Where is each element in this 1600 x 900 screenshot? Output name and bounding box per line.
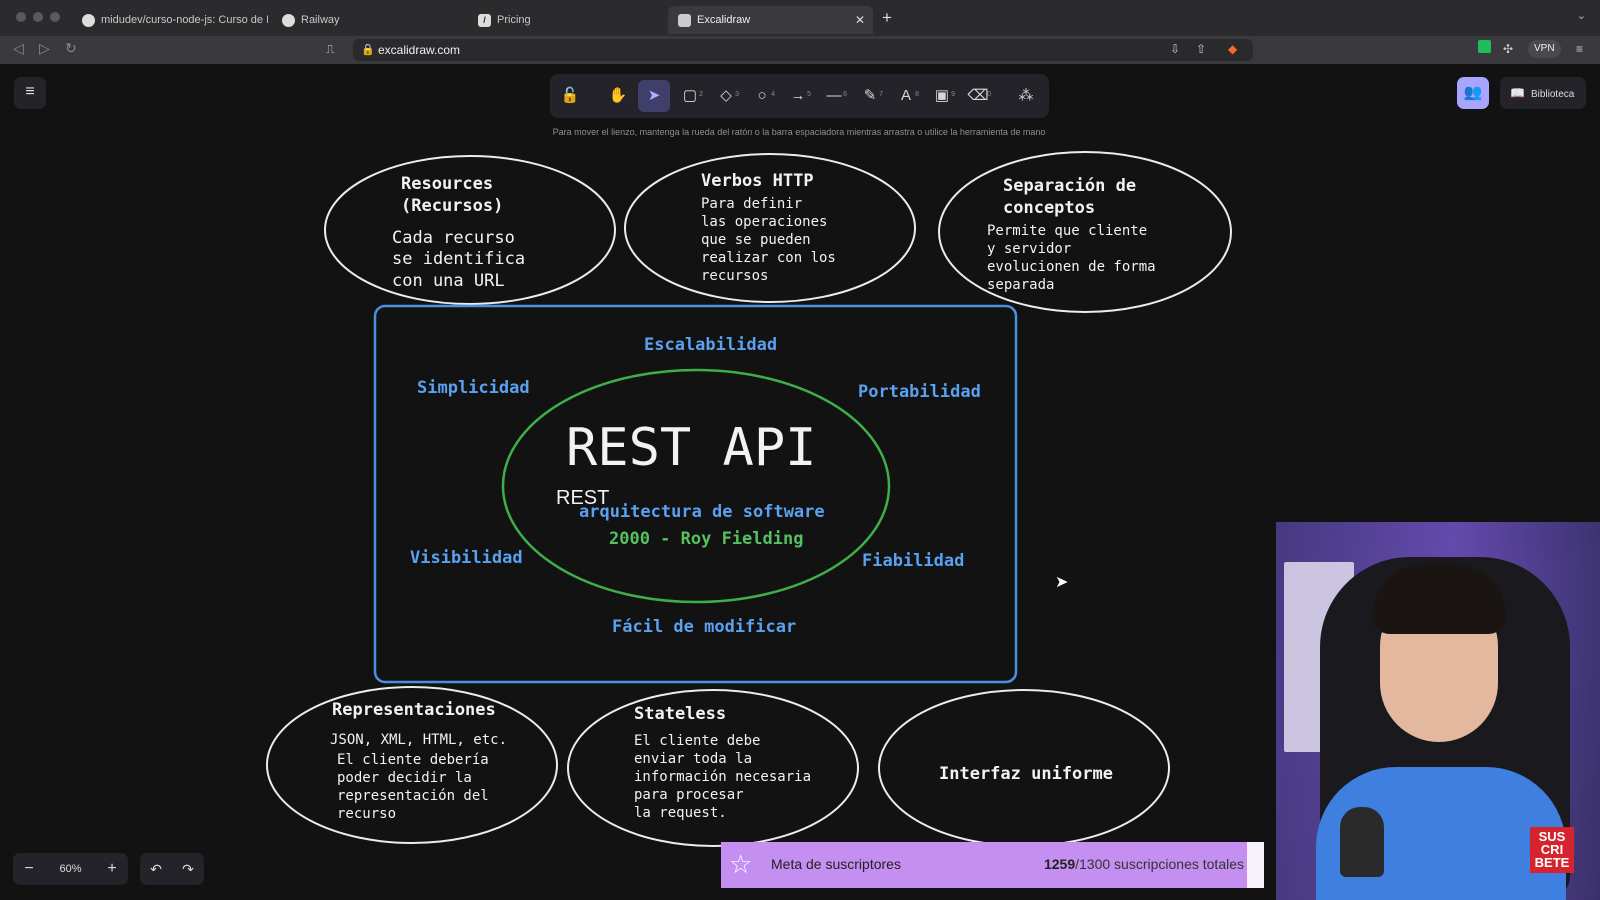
zoom-in-button[interactable]: + [96,853,128,885]
screen: midudev/curso-node-js: Curso de N Railwa… [0,0,1600,900]
resources-body-line: con una URL [392,271,505,291]
separacion-body-line: y servidor [987,241,1072,257]
stateless-body-line: enviar toda la [634,751,753,767]
zoom-reset-button[interactable]: 60% [45,853,96,885]
property-facil-de-modificar: Fácil de modificar [612,617,797,637]
stateless-body-line: información necesaria [634,769,812,785]
goal-current: 1259 [1043,856,1076,872]
representaciones-body-line: recurso [337,806,397,822]
presenter-hair [1372,564,1506,634]
property-visibilidad: Visibilidad [410,548,523,568]
goal-rest: /1300 suscripciones totales [1075,856,1244,872]
verbos-body-line: Para definir [701,196,803,212]
minus-icon: − [24,860,34,877]
plus-icon: + [107,860,117,877]
verbos-body-line: las operaciones [701,214,828,230]
zoom-out-button[interactable]: − [13,853,45,885]
representaciones-body-line: poder decidir la [337,770,472,786]
rest-subtitle: arquitectura de software [579,502,825,522]
rest-origin: 2000 - Roy Fielding [609,529,804,549]
star-icon: ☆ [729,849,753,879]
representaciones-body-line: representación del [337,788,489,804]
verbos-body-line: recursos [701,268,769,284]
separacion-body-line: separada [987,277,1055,293]
property-portabilidad: Portabilidad [858,382,981,402]
undo-button[interactable]: ↶ [140,853,172,885]
stateless-body-line: para procesar [634,787,744,803]
mouse-cursor-icon: ➤ [1055,574,1069,591]
goal-count: 1259/1300 suscripciones totales [1044,856,1244,872]
representaciones-body-line: JSON, XML, HTML, etc. [330,732,508,748]
subscribe-badge: SUS CRI BETE [1530,827,1574,873]
interfaz-title: Interfaz uniforme [939,764,1113,784]
microphone [1340,807,1384,877]
resources-body-line: Cada recurso [392,228,515,248]
history-controls: ↶ ↷ [140,853,204,885]
redo-button[interactable]: ↷ [172,853,204,885]
resources-body-line: se identifica [392,249,526,269]
resources-title-line2: (Recursos) [401,196,504,216]
verbos-body-line: que se pueden [701,232,811,248]
zoom-controls: − 60% + [13,853,128,885]
stateless-body-line: El cliente debe [634,733,761,749]
stateless-title: Stateless [634,704,727,724]
verbos-title: Verbos HTTP [701,171,814,191]
property-simplicidad: Simplicidad [417,378,530,398]
rest-api-title: REST API [566,418,817,478]
separacion-title-line1: Separación de [1003,176,1137,196]
property-fiabilidad: Fiabilidad [862,551,965,571]
separacion-body-line: Permite que cliente [987,223,1148,239]
undo-icon: ↶ [150,861,162,877]
resources-title-line1: Resources [401,174,494,194]
representaciones-body-line: El cliente debería [337,752,489,768]
verbos-body-line: realizar con los [701,250,836,266]
separacion-body-line: evolucionen de forma [987,259,1156,275]
goal-label: Meta de suscriptores [771,856,901,872]
representaciones-title: Representaciones [332,700,496,720]
goal-remaining [1246,842,1264,888]
redo-icon: ↷ [182,861,194,877]
webcam-overlay: SUS CRI BETE [1276,522,1600,900]
separacion-title-line2: conceptos [1003,198,1096,218]
subscriber-goal-bar: ☆ Meta de suscriptores 1259/1300 suscrip… [721,842,1264,888]
property-escalabilidad: Escalabilidad [644,335,778,355]
stateless-body-line: la request. [634,805,727,821]
